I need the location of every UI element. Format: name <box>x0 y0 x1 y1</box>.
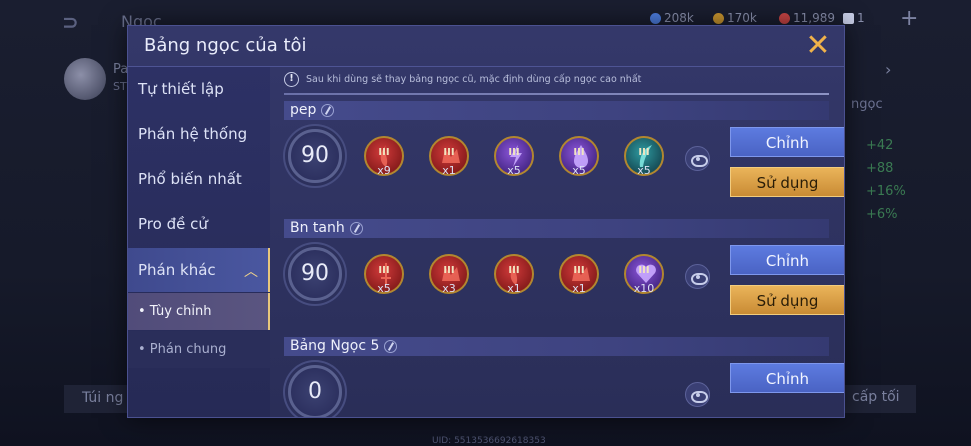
divider <box>284 93 829 95</box>
eye-icon[interactable] <box>685 382 710 407</box>
stat-value: +6% <box>866 207 898 222</box>
rune-page-level: 0 <box>288 365 342 417</box>
rune-tier: III <box>573 265 585 276</box>
rune-count: x5 <box>572 164 586 177</box>
rune-tier: III <box>378 147 390 158</box>
rune-tier: III <box>443 265 455 276</box>
rune-page-name-wrap: Bn tanh <box>290 220 363 236</box>
rune-count: x5 <box>507 164 521 177</box>
gold-icon <box>713 12 724 24</box>
resource-gem-value: 11,989 <box>793 11 835 25</box>
use-button[interactable]: Sử dụng <box>730 285 844 315</box>
diamond-icon <box>650 12 661 24</box>
resource-gold-value: 170k <box>727 11 757 25</box>
modal-title: Bảng ngọc của tôi <box>144 35 307 56</box>
rune-count: x5 <box>637 164 651 177</box>
rune-page-name: Bn tanh <box>290 220 345 236</box>
rune-tier: III <box>573 147 585 158</box>
eye-icon[interactable] <box>685 146 710 171</box>
ticket-icon <box>843 12 854 24</box>
chevron-up-icon: ︿ <box>244 264 258 280</box>
rune-page-name-wrap: Bảng Ngọc 5 <box>290 338 398 354</box>
rune-page-header: pep <box>284 101 829 120</box>
resource-diamond-value: 208k <box>664 11 694 25</box>
sidebar-item-label: Phổ biến nhất <box>138 170 242 188</box>
rune-tier: III <box>378 265 390 276</box>
resource-diamond: 208k <box>650 11 694 25</box>
rune-page-name-wrap: pep <box>290 102 335 118</box>
rune-count: x3 <box>442 282 456 295</box>
bag-label[interactable]: Túi ng <box>82 390 123 406</box>
close-icon[interactable]: ✕ <box>804 31 832 61</box>
rune-page-row: Bn tanh 90 III x5 III x3 III x1 III x1 I… <box>284 219 844 331</box>
sidebar-item-custom-setup[interactable]: Tự thiết lập <box>128 67 270 111</box>
stat-value: +42 <box>866 138 894 153</box>
rune-page-header: Bn tanh <box>284 219 829 238</box>
notice-text: Sau khi dùng sẽ thay bảng ngọc cũ, mặc đ… <box>306 74 642 85</box>
rune-page-level: 90 <box>288 129 342 183</box>
pencil-icon[interactable] <box>384 339 398 353</box>
info-icon: ! <box>284 72 299 87</box>
resource-gold: 170k <box>713 11 757 25</box>
rune-page-level: 90 <box>288 247 342 301</box>
sidebar-item-system[interactable]: Phán hệ thống <box>128 112 270 156</box>
rune-count: x5 <box>377 282 391 295</box>
rune-tier: III <box>508 265 520 276</box>
rune-page-header: Bảng Ngọc 5 <box>284 337 829 356</box>
sidebar-subitem-label: • Tùy chỉnh <box>138 304 212 319</box>
rune-page-name: pep <box>290 102 317 118</box>
add-resource-icon[interactable]: + <box>900 6 918 31</box>
sidebar-item-label: Phán hệ thống <box>138 125 248 143</box>
resource-gem: 11,989 <box>779 11 835 25</box>
stat-value: +16% <box>866 184 906 199</box>
rune-count: x9 <box>377 164 391 177</box>
sidebar-item-other[interactable]: Phán khác ︿ <box>128 248 270 292</box>
user-id: UID: 5513536692618353 <box>432 436 546 446</box>
stat-value: +88 <box>866 161 894 176</box>
resource-ticket-value: 1 <box>857 11 865 25</box>
rune-tier: III <box>638 147 650 158</box>
hero-name: Pa <box>113 62 129 77</box>
sidebar-subitem-custom[interactable]: • Tùy chỉnh <box>128 293 270 330</box>
resource-ticket: 1 <box>843 11 865 25</box>
sidebar-item-label: Pro đề cử <box>138 215 208 233</box>
rune-tier: III <box>638 265 650 276</box>
max-level-label[interactable]: cấp tối <box>852 389 900 405</box>
rune-count: x10 <box>633 282 655 295</box>
edit-button[interactable]: Chỉnh <box>730 245 844 275</box>
hero-sub: ST <box>113 80 127 93</box>
rune-page-modal: Bảng ngọc của tôi ✕ Tự thiết lập Phán hệ… <box>127 25 845 418</box>
pencil-icon[interactable] <box>349 221 363 235</box>
sidebar-item-pro[interactable]: Pro đề cử <box>128 202 270 246</box>
rune-count: x1 <box>572 282 586 295</box>
use-button[interactable]: Sử dụng <box>730 167 844 197</box>
rune-count: x1 <box>507 282 521 295</box>
sidebar: Tự thiết lập Phán hệ thống Phổ biến nhất… <box>128 67 270 417</box>
background-ngoc-label: ngọc <box>851 97 883 112</box>
hero-avatar <box>64 58 106 100</box>
rune-page-name: Bảng Ngọc 5 <box>290 338 380 354</box>
sidebar-subitem-general[interactable]: • Phán chung <box>128 331 270 368</box>
back-icon[interactable]: ⊃ <box>62 10 106 34</box>
rune-tier: III <box>443 147 455 158</box>
edit-button[interactable]: Chỉnh <box>730 363 844 393</box>
sidebar-item-label: Phán khác <box>138 261 216 279</box>
rune-count: x1 <box>442 164 456 177</box>
red-gem-icon <box>779 12 790 24</box>
rune-tier: III <box>508 147 520 158</box>
sidebar-subitem-label: • Phán chung <box>138 342 227 357</box>
sidebar-item-label: Tự thiết lập <box>138 80 224 98</box>
eye-icon[interactable] <box>685 264 710 289</box>
edit-button[interactable]: Chỉnh <box>730 127 844 157</box>
sidebar-item-popular[interactable]: Phổ biến nhất <box>128 157 270 201</box>
pencil-icon[interactable] <box>321 103 335 117</box>
rune-page-list: ! Sau khi dùng sẽ thay bảng ngọc cũ, mặc… <box>270 67 844 417</box>
rune-page-row: Bảng Ngọc 5 0 Chỉnh <box>284 337 844 417</box>
rune-page-row: pep 90 III x9 III x1 III x5 III x5 III x… <box>284 101 844 213</box>
chevron-right-icon[interactable]: › <box>885 60 891 79</box>
